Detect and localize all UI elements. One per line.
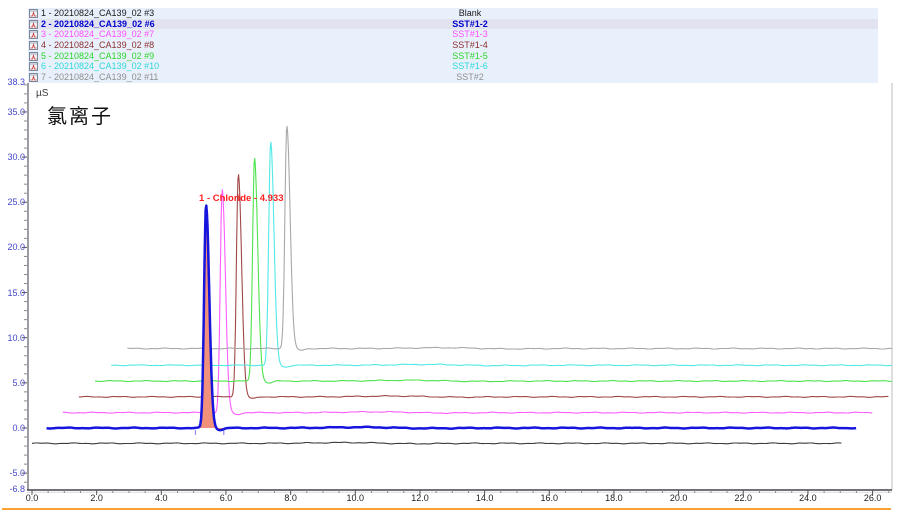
y-tick-label: 25.0 (0, 197, 25, 207)
x-tick-label: 22.0 (728, 493, 758, 503)
injection-label: 7 - 20210824_CA139_02 #11 (41, 72, 158, 83)
x-tick-label: 10.0 (340, 493, 370, 503)
x-tick-label: 12.0 (405, 493, 435, 503)
x-tick-label: 0.0 (17, 493, 47, 503)
injection-label: 3 - 20210824_CA139_02 #7 (41, 29, 154, 40)
y-tick-label: 15.0 (0, 288, 25, 298)
sample-name: SST#1-5 (420, 51, 520, 62)
x-tick-label: 24.0 (793, 493, 823, 503)
injection-label: 2 - 20210824_CA139_02 #6 (41, 19, 155, 30)
y-axis-min-label: -6.8 (0, 484, 25, 494)
chromatogram-icon (29, 62, 38, 71)
injection-label: 4 - 20210824_CA139_02 #8 (41, 40, 154, 51)
injection-row[interactable]: 2 - 20210824_CA139_02 #6 SST#1-2 (28, 19, 878, 30)
y-tick-label: 30.0 (0, 152, 25, 162)
injection-label: 1 - 20210824_CA139_02 #3 (41, 8, 154, 19)
sample-name: SST#1-2 (420, 19, 520, 30)
injection-row[interactable]: 1 - 20210824_CA139_02 #3 Blank (28, 8, 878, 19)
x-tick-label: 26.0 (858, 493, 888, 503)
active-pane-indicator (2, 508, 891, 510)
y-tick-label: 10.0 (0, 333, 25, 343)
x-tick-label: 2.0 (82, 493, 112, 503)
sample-name: SST#2 (420, 72, 520, 83)
sample-name: SST#1-3 (420, 29, 520, 40)
chromatogram-icon (29, 20, 38, 29)
x-tick-label: 4.0 (146, 493, 176, 503)
injection-row[interactable]: 4 - 20210824_CA139_02 #8 SST#1-4 (28, 40, 878, 51)
y-tick-label: 35.0 (0, 107, 25, 117)
x-tick-label: 16.0 (534, 493, 564, 503)
injection-row[interactable]: 3 - 20210824_CA139_02 #7 SST#1-3 (28, 29, 878, 40)
injection-list: 1 - 20210824_CA139_02 #3Blank2 - 2021082… (28, 8, 878, 84)
injection-row[interactable]: 6 - 20210824_CA139_02 #10 SST#1-6 (28, 61, 878, 72)
y-axis-max-label: 38.3 (0, 77, 25, 87)
injection-label: 5 - 20210824_CA139_02 #9 (41, 51, 154, 62)
x-tick-label: 6.0 (211, 493, 241, 503)
injection-row[interactable]: 5 - 20210824_CA139_02 #9 SST#1-5 (28, 51, 878, 62)
peak-annotation: 1 - Chloride - 4.933 (199, 193, 283, 204)
x-tick-label: 8.0 (276, 493, 306, 503)
x-tick-label: 14.0 (470, 493, 500, 503)
y-tick-label: 0.0 (0, 423, 25, 433)
plot-title: 氯离子 (47, 100, 113, 129)
injection-row[interactable]: 7 - 20210824_CA139_02 #11 SST#2 (28, 72, 878, 83)
y-tick-label: 20.0 (0, 242, 25, 252)
sample-name: Blank (420, 8, 520, 19)
sample-name: SST#1-6 (420, 61, 520, 72)
x-tick-label: 18.0 (599, 493, 629, 503)
chromatogram-icon (29, 9, 38, 18)
chromatogram-icon (29, 52, 38, 61)
y-tick-label: 5.0 (0, 378, 25, 388)
sample-name: SST#1-4 (420, 40, 520, 51)
chromatogram-icon (29, 30, 38, 39)
y-axis-unit: µS (36, 88, 48, 99)
chromatography-window: 1 - 20210824_CA139_02 #3Blank2 - 2021082… (0, 0, 900, 517)
injection-label: 6 - 20210824_CA139_02 #10 (41, 61, 159, 72)
chromatogram-icon (29, 41, 38, 50)
y-tick-label: -5.0 (0, 468, 25, 478)
chromatogram-icon (29, 73, 38, 82)
x-tick-label: 20.0 (664, 493, 694, 503)
chromatogram-plot[interactable] (28, 83, 892, 490)
